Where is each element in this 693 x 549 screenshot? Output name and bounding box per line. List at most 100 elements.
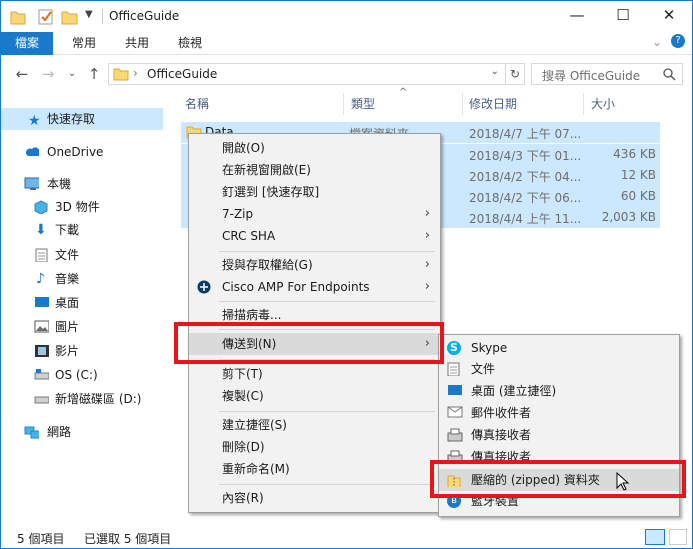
maximize-button[interactable]: ☐ xyxy=(600,1,646,32)
nav-item-pictures[interactable]: 圖片 xyxy=(1,316,163,338)
close-button[interactable]: ✕ xyxy=(646,1,692,32)
quick-access-dropdown-icon[interactable]: ▼ xyxy=(85,9,93,27)
menu-item-rename[interactable]: 重新命名(M) xyxy=(189,458,440,480)
menu-item-crc-sha[interactable]: CRC SHA › xyxy=(189,225,440,247)
refresh-icon[interactable]: ↻ xyxy=(505,63,525,85)
row-date: 2018/4/2 下午 04... xyxy=(469,170,582,184)
forward-arrow-icon[interactable]: → xyxy=(37,64,59,84)
navigation-pane: ★ 快速存取 OneDrive 本機 3D 物件 ⬇ 下載 文件 ♪ 音樂 桌面… xyxy=(1,93,163,521)
recent-dropdown-icon[interactable]: ⌄ xyxy=(61,64,83,84)
chevron-down-icon[interactable]: ⌄ xyxy=(652,35,662,49)
row-size: 436 KB xyxy=(613,147,656,161)
tab-file[interactable]: 檔案 xyxy=(1,32,54,55)
column-header-size[interactable]: 大小 xyxy=(591,95,615,112)
menu-item-label: 重新命名(M) xyxy=(222,462,290,476)
menu-item-properties[interactable]: 內容(R) xyxy=(189,487,440,509)
properties-icon[interactable] xyxy=(37,8,55,26)
fax-icon xyxy=(447,428,463,442)
search-input[interactable]: 搜尋 OfficeGuide xyxy=(531,63,683,85)
column-divider[interactable] xyxy=(343,93,344,115)
network-icon xyxy=(24,426,39,439)
submenu-item-fax-recipient[interactable]: 傳真接收者 xyxy=(439,424,679,446)
column-header-date[interactable]: 修改日期 xyxy=(469,95,517,112)
submenu-item-desktop-shortcut[interactable]: 桌面 (建立捷徑) xyxy=(439,380,679,402)
menu-item-create-shortcut[interactable]: 建立捷徑(S) xyxy=(189,414,440,436)
nav-item-os-c[interactable]: OS (C:) xyxy=(1,364,163,386)
nav-item-label: 音樂 xyxy=(55,272,80,286)
menu-item-label: 建立捷徑(S) xyxy=(222,418,287,432)
tab-view[interactable]: 檢視 xyxy=(164,32,216,55)
ribbon-tabs: 檔案 常用 共用 檢視 ⌄ ? xyxy=(1,32,692,55)
document-icon xyxy=(447,362,460,376)
submenu-item-label: Skype xyxy=(471,341,508,355)
submenu-item-documents[interactable]: 文件 xyxy=(439,358,679,380)
nav-item-this-pc[interactable]: 本機 xyxy=(1,173,163,195)
menu-item-label: 內容(R) xyxy=(222,491,264,505)
nav-item-network[interactable]: 網路 xyxy=(1,421,163,443)
nav-item-onedrive[interactable]: OneDrive xyxy=(1,141,163,163)
up-arrow-icon[interactable]: ↑ xyxy=(83,64,105,84)
menu-item-give-access[interactable]: 授與存取權給(G) › xyxy=(189,254,440,276)
tab-home[interactable]: 常用 xyxy=(58,32,110,55)
menu-item-7zip[interactable]: 7-Zip › xyxy=(189,203,440,225)
column-header-name[interactable]: 名稱 xyxy=(185,95,209,112)
row-date: 2018/4/2 下午 06... xyxy=(469,191,582,205)
cloud-icon xyxy=(26,147,39,156)
row-size: 60 KB xyxy=(620,189,656,203)
row-size: 2,003 KB xyxy=(601,210,656,224)
search-placeholder: 搜尋 OfficeGuide xyxy=(542,69,641,83)
menu-item-cisco-amp[interactable]: Cisco AMP For Endpoints › xyxy=(189,276,440,298)
nav-item-drive-d[interactable]: 新增磁碟區 (D:) xyxy=(1,388,163,410)
nav-item-desktop[interactable]: 桌面 xyxy=(1,292,163,314)
nav-item-3d-objects[interactable]: 3D 物件 xyxy=(1,196,163,218)
nav-item-videos[interactable]: 影片 xyxy=(1,340,163,362)
menu-item-cut[interactable]: 剪下(T) xyxy=(189,363,440,385)
menu-item-open[interactable]: 開啟(O) xyxy=(189,137,440,159)
large-icons-view-icon[interactable] xyxy=(669,529,687,545)
cube-icon xyxy=(34,200,48,214)
navigation-row: ← → ⌄ ↑ › OfficeGuide ⌄ ↻ 搜尋 OfficeGuide xyxy=(1,59,692,89)
nav-item-music[interactable]: ♪ 音樂 xyxy=(1,268,163,290)
tab-share[interactable]: 共用 xyxy=(111,32,163,55)
nav-item-label: 下載 xyxy=(55,223,80,237)
submenu-item-mail-recipient[interactable]: 郵件收件者 xyxy=(439,402,679,424)
nav-item-label: 影片 xyxy=(55,344,80,358)
menu-item-label: 剪下(T) xyxy=(222,367,263,381)
title-bar: ▼ OfficeGuide — ☐ ✕ xyxy=(1,1,692,32)
row-date: 2018/4/7 上午 07... xyxy=(469,127,582,141)
cisco-amp-icon xyxy=(197,280,211,294)
selected-count: 已選取 5 個項目 xyxy=(84,532,172,546)
help-icon[interactable]: ? xyxy=(671,34,685,48)
pictures-icon xyxy=(34,320,49,333)
column-header-type[interactable]: 類型 xyxy=(351,95,375,112)
menu-item-open-new-window[interactable]: 在新視窗開啟(E) xyxy=(189,159,440,181)
address-path: OfficeGuide xyxy=(147,67,218,81)
address-bar[interactable]: › OfficeGuide ⌄ xyxy=(108,63,506,85)
chevron-right-icon: › xyxy=(424,228,430,243)
column-divider[interactable] xyxy=(583,93,584,115)
new-folder-icon[interactable] xyxy=(61,8,79,26)
highlight-box-zipped-folder xyxy=(430,460,686,498)
menu-item-pin-quick-access[interactable]: 釘選到 [快速存取] xyxy=(189,181,440,203)
nav-item-label: 圖片 xyxy=(55,320,80,334)
menu-item-copy[interactable]: 複製(C) xyxy=(189,385,440,407)
sort-arrow-icon: ^ xyxy=(399,87,408,98)
video-icon xyxy=(35,345,49,357)
minimize-button[interactable]: — xyxy=(554,1,600,32)
column-divider[interactable] xyxy=(462,93,463,115)
item-count: 5 個項目 xyxy=(17,532,65,546)
back-arrow-icon[interactable]: ← xyxy=(11,64,33,84)
nav-item-downloads[interactable]: ⬇ 下載 xyxy=(1,219,163,241)
nav-item-documents[interactable]: 文件 xyxy=(1,244,163,266)
chevron-right-icon: › xyxy=(424,206,430,221)
details-view-icon[interactable] xyxy=(645,529,665,545)
document-icon xyxy=(35,248,48,262)
menu-item-delete[interactable]: 刪除(D) xyxy=(189,436,440,458)
submenu-item-skype[interactable]: S Skype xyxy=(439,337,679,359)
nav-item-label: 本機 xyxy=(47,177,72,191)
menu-divider xyxy=(219,411,435,412)
address-dropdown-icon[interactable]: ⌄ xyxy=(491,66,499,77)
nav-item-label: OneDrive xyxy=(47,145,104,159)
nav-item-quick-access[interactable]: ★ 快速存取 xyxy=(1,108,163,130)
title-divider xyxy=(102,9,103,24)
